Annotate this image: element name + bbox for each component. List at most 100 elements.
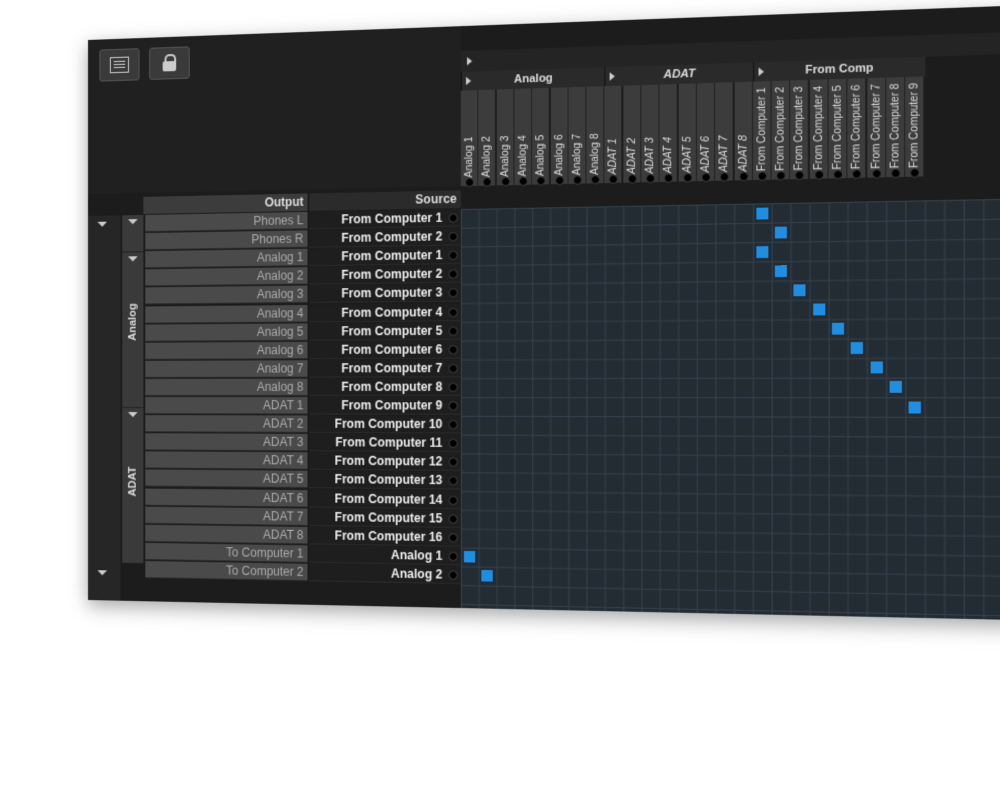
column-header[interactable]: From Computer 7 (866, 77, 886, 179)
routing-cell-active[interactable] (908, 401, 922, 413)
collapse-phones-icon[interactable] (128, 219, 138, 225)
collapse-analog-icon[interactable] (128, 256, 138, 262)
column-select-icon[interactable] (719, 171, 730, 182)
column-header[interactable]: From Computer 8 (886, 76, 906, 179)
source-dropdown-icon[interactable] (448, 382, 458, 392)
source-selector[interactable]: From Computer 16 (309, 526, 461, 547)
source-selector[interactable]: From Computer 12 (309, 452, 461, 472)
source-dropdown-icon[interactable] (448, 326, 458, 336)
output-row[interactable]: ADAT 4 (145, 451, 308, 470)
column-select-icon[interactable] (871, 168, 882, 179)
output-row[interactable]: Phones L (145, 211, 308, 233)
output-row[interactable]: Analog 3 (145, 285, 308, 305)
column-header[interactable]: Analog 5 (532, 87, 550, 186)
column-select-icon[interactable] (701, 172, 711, 183)
routing-cell-active[interactable] (481, 570, 494, 583)
source-selector[interactable]: From Computer 2 (309, 227, 461, 248)
source-selector[interactable]: From Computer 1 (309, 246, 461, 267)
routing-cell-active[interactable] (774, 226, 787, 239)
source-dropdown-icon[interactable] (448, 495, 458, 505)
output-row[interactable]: Phones R (145, 230, 308, 251)
source-selector[interactable]: From Computer 13 (309, 471, 461, 490)
column-header[interactable]: Analog 2 (478, 89, 497, 187)
output-row[interactable]: ADAT 2 (145, 415, 308, 433)
column-select-icon[interactable] (464, 177, 475, 188)
expand-group-icon[interactable] (610, 72, 616, 81)
column-select-icon[interactable] (645, 173, 656, 184)
routing-cell-active[interactable] (831, 322, 845, 335)
column-header[interactable]: ADAT 7 (715, 82, 734, 182)
column-select-icon[interactable] (813, 169, 824, 180)
column-header[interactable]: Analog 4 (514, 88, 532, 187)
column-select-icon[interactable] (909, 167, 921, 178)
lock-button[interactable] (149, 46, 190, 80)
source-dropdown-icon[interactable] (448, 232, 458, 242)
routing-cell-active[interactable] (793, 284, 806, 297)
output-row[interactable]: Analog 8 (145, 378, 308, 396)
source-selector[interactable]: From Computer 6 (309, 340, 461, 359)
column-header[interactable]: ADAT 4 (659, 83, 678, 183)
output-row[interactable]: Analog 4 (145, 304, 308, 324)
column-header[interactable]: From Computer 4 (809, 79, 829, 180)
column-select-icon[interactable] (536, 176, 546, 186)
routing-cell-active[interactable] (756, 207, 769, 220)
column-select-icon[interactable] (738, 171, 749, 182)
routing-cell-active[interactable] (889, 381, 902, 394)
source-selector[interactable]: From Computer 4 (309, 303, 461, 322)
column-select-icon[interactable] (833, 169, 843, 180)
column-select-icon[interactable] (794, 170, 805, 181)
source-dropdown-icon[interactable] (448, 420, 458, 430)
output-row[interactable]: ADAT 5 (145, 469, 308, 489)
output-row[interactable]: Analog 6 (145, 341, 308, 360)
column-select-icon[interactable] (757, 171, 768, 182)
source-dropdown-icon[interactable] (448, 288, 458, 298)
output-row[interactable]: Analog 1 (145, 248, 308, 269)
source-dropdown-icon[interactable] (448, 513, 458, 524)
column-select-icon[interactable] (890, 168, 901, 179)
routing-cell-active[interactable] (851, 342, 864, 355)
collapse-all-rows-icon[interactable] (97, 221, 108, 227)
column-header[interactable]: Analog 6 (550, 87, 569, 186)
output-row[interactable]: ADAT 3 (145, 433, 308, 452)
output-row[interactable]: ADAT 1 (145, 397, 308, 415)
routing-grid[interactable] (460, 198, 1000, 621)
source-dropdown-icon[interactable] (448, 269, 458, 280)
output-row[interactable]: To Computer 2 (145, 560, 308, 582)
output-row[interactable]: To Computer 1 (145, 542, 308, 563)
source-selector[interactable]: From Computer 2 (309, 265, 461, 285)
column-select-icon[interactable] (682, 172, 693, 183)
column-select-icon[interactable] (554, 175, 564, 186)
column-header[interactable]: ADAT 5 (678, 83, 697, 183)
source-dropdown-icon[interactable] (448, 438, 458, 449)
column-header[interactable]: Analog 1 (460, 90, 479, 188)
column-select-icon[interactable] (776, 170, 786, 181)
source-dropdown-icon[interactable] (448, 570, 458, 580)
source-dropdown-icon[interactable] (448, 213, 458, 223)
output-row[interactable]: ADAT 6 (145, 488, 308, 508)
source-selector[interactable]: From Computer 7 (309, 359, 461, 378)
column-select-icon[interactable] (482, 177, 492, 187)
output-row[interactable]: ADAT 8 (145, 524, 308, 545)
source-dropdown-icon[interactable] (448, 401, 458, 411)
column-header[interactable]: ADAT 6 (696, 82, 716, 183)
column-header[interactable]: Analog 3 (496, 88, 515, 187)
column-header[interactable]: From Computer 2 (771, 80, 791, 181)
column-header[interactable]: ADAT 2 (623, 85, 642, 184)
column-header[interactable]: From Computer 9 (905, 76, 925, 178)
column-select-icon[interactable] (518, 176, 528, 187)
source-dropdown-icon[interactable] (448, 532, 458, 543)
column-select-icon[interactable] (627, 174, 637, 184)
output-row[interactable]: Analog 2 (145, 267, 308, 287)
column-select-icon[interactable] (590, 174, 601, 185)
output-row[interactable]: ADAT 7 (145, 506, 308, 526)
routing-cell-active[interactable] (774, 264, 787, 277)
column-header[interactable]: From Computer 3 (790, 79, 810, 181)
source-selector[interactable]: From Computer 5 (309, 321, 461, 341)
column-header[interactable]: Analog 8 (586, 86, 605, 185)
routing-cell-active[interactable] (756, 245, 769, 258)
source-dropdown-icon[interactable] (448, 457, 458, 467)
expand-group-icon[interactable] (465, 76, 472, 86)
output-row[interactable]: Analog 5 (145, 322, 308, 342)
source-dropdown-icon[interactable] (448, 307, 458, 317)
column-select-icon[interactable] (500, 176, 510, 187)
